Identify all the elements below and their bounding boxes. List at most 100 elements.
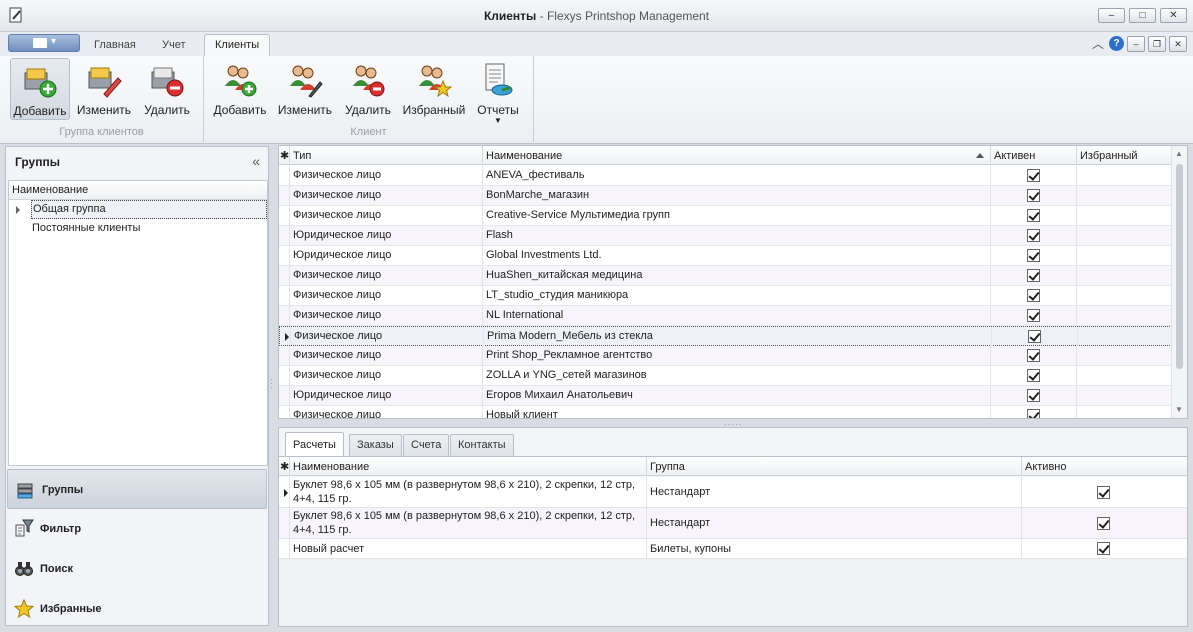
active-checkbox[interactable] bbox=[1027, 349, 1040, 362]
cell-type[interactable]: Физическое лицо bbox=[291, 327, 484, 346]
tab-clients[interactable]: Клиенты bbox=[204, 34, 271, 57]
column-header-favorite[interactable]: Избранный bbox=[1077, 146, 1172, 165]
cell-favorite[interactable] bbox=[1077, 366, 1172, 385]
table-row[interactable]: Буклет 98,6 х 105 мм (в развернутом 98,6… bbox=[279, 508, 1187, 539]
cell-name[interactable]: LT_studio_студия маникюра bbox=[483, 286, 991, 305]
column-header-name[interactable]: Наименование bbox=[483, 146, 991, 165]
cell-calc-active[interactable] bbox=[1022, 539, 1187, 559]
cell-name[interactable]: Prima Modern_Мебель из стекла bbox=[484, 327, 992, 346]
row-indicator[interactable] bbox=[279, 206, 290, 225]
cell-calc-name[interactable]: Буклет 98,6 х 105 мм (в развернутом 98,6… bbox=[290, 477, 647, 508]
table-row[interactable]: Физическое лицо ZOLLA и YNG_сетей магазин… bbox=[279, 366, 1172, 386]
tree-item[interactable]: Постоянные клиенты bbox=[9, 220, 267, 240]
cell-name[interactable]: Новый клиент bbox=[483, 406, 991, 418]
active-checkbox[interactable] bbox=[1097, 485, 1110, 499]
cell-active[interactable] bbox=[991, 386, 1077, 405]
table-row[interactable]: Физическое лицо BonMarche_магазин bbox=[279, 186, 1172, 206]
cell-type[interactable]: Физическое лицо bbox=[290, 406, 483, 418]
client-reports-button[interactable]: Отчеты ▼ bbox=[468, 58, 528, 125]
row-indicator[interactable] bbox=[279, 226, 290, 245]
column-header-calc-group[interactable]: Группа bbox=[647, 457, 1022, 476]
cell-name[interactable]: Print Shop_Рекламное агентство bbox=[483, 346, 991, 365]
cell-active[interactable] bbox=[991, 206, 1077, 225]
active-checkbox[interactable] bbox=[1027, 169, 1040, 182]
cell-name[interactable]: BonMarche_магазин bbox=[483, 186, 991, 205]
nav-item-filter[interactable]: Фильтр bbox=[6, 509, 268, 549]
group-delete-button[interactable]: Удалить bbox=[137, 58, 197, 120]
table-row[interactable]: Юридическое лицо Global Investments Ltd. bbox=[279, 246, 1172, 266]
scrollbar-thumb[interactable] bbox=[1176, 164, 1183, 369]
nav-item-groups[interactable]: Группы bbox=[7, 469, 267, 509]
vertical-scrollbar[interactable]: ▲ ▼ bbox=[1171, 146, 1187, 418]
cell-type[interactable]: Физическое лицо bbox=[290, 266, 483, 285]
nav-item-search[interactable]: Поиск bbox=[6, 549, 268, 589]
active-checkbox[interactable] bbox=[1027, 229, 1040, 242]
cell-type[interactable]: Физическое лицо bbox=[290, 366, 483, 385]
active-checkbox[interactable] bbox=[1027, 289, 1040, 302]
cell-type[interactable]: Физическое лицо bbox=[290, 166, 483, 185]
table-row[interactable]: Буклет 98,6 х 105 мм (в развернутом 98,6… bbox=[279, 477, 1187, 508]
cell-active[interactable] bbox=[991, 366, 1077, 385]
tab-calculations[interactable]: Расчеты bbox=[285, 432, 344, 457]
cell-name[interactable]: Flash bbox=[483, 226, 991, 245]
table-row[interactable]: Физическое лицо Новый клиент bbox=[279, 406, 1172, 418]
cell-active[interactable] bbox=[991, 226, 1077, 245]
tab-orders[interactable]: Заказы bbox=[349, 434, 402, 456]
table-row[interactable]: Физическое лицо Prima Modern_Мебель из ст… bbox=[279, 326, 1173, 346]
row-indicator-header[interactable]: ✱ bbox=[279, 457, 290, 476]
table-row[interactable]: Юридическое лицо Flash bbox=[279, 226, 1172, 246]
active-checkbox[interactable] bbox=[1097, 516, 1110, 530]
row-indicator[interactable] bbox=[279, 477, 290, 508]
cell-type[interactable]: Физическое лицо bbox=[290, 186, 483, 205]
cell-active[interactable] bbox=[991, 346, 1077, 365]
tree-column-header[interactable]: Наименование bbox=[9, 181, 267, 200]
row-indicator[interactable] bbox=[279, 246, 290, 265]
vertical-splitter[interactable]: · · · bbox=[270, 376, 274, 392]
active-checkbox[interactable] bbox=[1097, 542, 1110, 555]
cell-favorite[interactable] bbox=[1077, 226, 1172, 245]
client-add-button[interactable]: Добавить bbox=[210, 58, 270, 120]
active-checkbox[interactable] bbox=[1027, 369, 1040, 382]
expand-arrow-icon[interactable] bbox=[16, 206, 20, 214]
cell-type[interactable]: Физическое лицо bbox=[290, 286, 483, 305]
collapse-pane-icon[interactable]: « bbox=[252, 153, 260, 169]
mdi-minimize-button[interactable]: – bbox=[1127, 35, 1145, 52]
cell-favorite[interactable] bbox=[1077, 406, 1172, 418]
row-indicator[interactable] bbox=[279, 346, 290, 365]
client-favorite-button[interactable]: Избранный bbox=[402, 58, 466, 120]
minimize-button[interactable]: – bbox=[1098, 8, 1125, 23]
cell-type[interactable]: Физическое лицо bbox=[290, 306, 483, 325]
row-indicator[interactable] bbox=[279, 508, 290, 539]
cell-calc-active[interactable] bbox=[1022, 508, 1187, 539]
active-checkbox[interactable] bbox=[1027, 389, 1040, 402]
nav-item-favorites[interactable]: Избранные bbox=[6, 589, 268, 629]
close-button[interactable]: ✕ bbox=[1160, 8, 1187, 23]
active-checkbox[interactable] bbox=[1027, 189, 1040, 202]
cell-active[interactable] bbox=[992, 327, 1078, 346]
cell-name[interactable]: HuaShen_китайская медицина bbox=[483, 266, 991, 285]
cell-calc-group[interactable]: Нестандарт bbox=[647, 477, 1022, 508]
active-checkbox[interactable] bbox=[1027, 269, 1040, 282]
active-checkbox[interactable] bbox=[1028, 330, 1041, 343]
mdi-close-button[interactable]: ✕ bbox=[1169, 35, 1187, 52]
cell-calc-group[interactable]: Билеты, купоны bbox=[647, 539, 1022, 559]
column-header-active[interactable]: Активен bbox=[991, 146, 1077, 165]
table-row[interactable]: Физическое лицо HuaShen_китайская медицин… bbox=[279, 266, 1172, 286]
cell-favorite[interactable] bbox=[1077, 346, 1172, 365]
cell-active[interactable] bbox=[991, 406, 1077, 418]
cell-favorite[interactable] bbox=[1078, 327, 1173, 346]
row-indicator[interactable] bbox=[279, 186, 290, 205]
row-indicator[interactable] bbox=[279, 366, 290, 385]
group-add-button[interactable]: Добавить bbox=[10, 58, 70, 120]
cell-name[interactable]: Global Investments Ltd. bbox=[483, 246, 991, 265]
help-icon[interactable]: ? bbox=[1109, 36, 1124, 51]
table-row[interactable]: Новый расчет Билеты, купоны bbox=[279, 539, 1187, 559]
mdi-restore-button[interactable]: ❐ bbox=[1148, 35, 1166, 52]
cell-active[interactable] bbox=[991, 246, 1077, 265]
cell-favorite[interactable] bbox=[1077, 186, 1172, 205]
collapse-ribbon-icon[interactable]: ︿ bbox=[1090, 35, 1106, 52]
active-checkbox[interactable] bbox=[1027, 249, 1040, 262]
table-row[interactable]: Физическое лицо NL International bbox=[279, 306, 1172, 326]
cell-name[interactable]: ANEVA_фестиваль bbox=[483, 166, 991, 185]
table-row[interactable]: Физическое лицо LT_studio_студия маникюра bbox=[279, 286, 1172, 306]
